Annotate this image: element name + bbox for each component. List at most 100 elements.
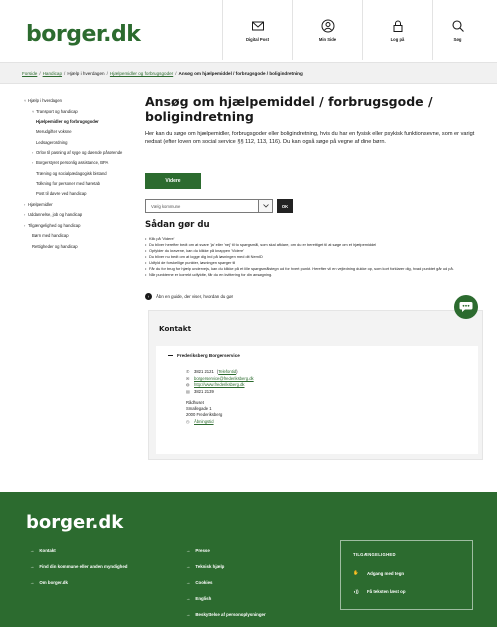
arrow-right-icon: → [186, 580, 191, 585]
sidebar-item[interactable]: › Uddannelse, job og handicap [24, 212, 128, 218]
mail-icon: ✉ [186, 375, 190, 381]
phone-number: 3821 2121 [194, 369, 214, 374]
breadcrumb-item[interactable]: Hjælp i hverdagen [67, 71, 104, 76]
hours-row: ◷ Åbningstid [186, 419, 254, 426]
breadcrumb-current: Ansøg om hjælpemiddel / forbrugsgode / b… [178, 70, 303, 76]
contact-title: Kontakt [159, 324, 191, 333]
steps-heading: Sådan gør du [145, 220, 210, 230]
address: Rådhuset Smallegade 1 2000 Frederiksberg [186, 399, 223, 418]
accessibility-box: TILGÆNGELIGHED ✋ Adgang med tegn ◖)) Få … [340, 540, 473, 610]
footer-link[interactable]: → Find din kommune eller anden myndighed [30, 564, 127, 569]
videre-button[interactable]: Videre [145, 173, 201, 189]
contact-details-panel: Frederiksberg Borgerservice ✆ 3821 2121 … [156, 346, 478, 454]
digital-post-button[interactable]: Digital Post [222, 0, 292, 60]
phone-row: ✆ 3821 2121 (Telefontid) [186, 369, 238, 376]
sidebar-nav: ˅ Hjælp i hverdagen ˅ Transport og handica… [24, 98, 128, 254]
site-logo[interactable]: borger.dk [26, 22, 141, 47]
chat-icon[interactable] [454, 295, 478, 319]
sidebar-item[interactable]: Tolkning for personer med høretab [24, 181, 128, 187]
footer-link[interactable]: → Beskyttelse af personoplysninger [186, 612, 266, 617]
sidebar-item[interactable]: Post til døvre ved handicap [24, 191, 128, 197]
log-pa-label: Log på [390, 36, 405, 42]
ok-button[interactable]: OK [277, 199, 293, 213]
footer-link[interactable]: → English [186, 596, 266, 601]
sidebar-item[interactable]: › Hjælpemidler [24, 202, 128, 208]
sidebar-item[interactable]: Træning og socialpædagogisk bistand [24, 171, 128, 177]
breadcrumb-item[interactable]: Hjælpemidler og forbrugsgoder [110, 71, 173, 76]
footer-link[interactable]: → Kontakt [30, 548, 127, 553]
footer-link[interactable]: → Om borger.dk [30, 580, 127, 585]
footer-links-col1: → Kontakt → Find din kommune eller anden m… [30, 548, 127, 596]
breadcrumb: Forside / Handicap / Hjælp i hverdagen /… [0, 62, 497, 84]
sidebar-item[interactable]: ˅ Hjælp i hverdagen [24, 98, 128, 104]
intro-text: Her kan du søge om hjælpemidler, forbrug… [145, 130, 475, 145]
footer-links-col2: → Presse → Teknisk hjælp → Cookies → English… [186, 548, 266, 627]
fax-row: ▤ 3821 2139 [186, 389, 254, 396]
arrow-right-icon: → [186, 612, 191, 617]
footer-link[interactable]: → Teknisk hjælp [186, 564, 266, 569]
accessibility-title: TILGÆNGELIGHED [353, 552, 396, 557]
sidebar-item[interactable]: Merudgifter voksne [24, 129, 128, 135]
sidebar-item[interactable]: ˅ Transport og handicap [24, 109, 128, 115]
collapse-icon [168, 355, 173, 356]
sidebar-item[interactable]: Rettigheder og handicap [24, 244, 128, 250]
guide-link-label: Åbn en guide, der viser, hvordan du gør [156, 294, 234, 299]
arrow-right-icon: → [30, 564, 35, 569]
site-header: borger.dk Digital Post Min Side Log på S… [0, 0, 497, 60]
guide-link[interactable]: › Åbn en guide, der viser, hvordan du gø… [145, 293, 233, 300]
arrow-right-icon: → [186, 596, 191, 601]
fax-number: 3821 2139 [194, 389, 214, 395]
email-row: ✉ borgerservice@frederiksberg.dk [186, 376, 254, 383]
footer-logo[interactable]: borger.dk [26, 512, 123, 533]
arrow-right-icon: → [30, 548, 35, 553]
footer-link[interactable]: → Presse [186, 548, 266, 553]
min-side-label: Min Side [318, 36, 337, 42]
chevron-down-icon [258, 200, 272, 212]
globe-icon: ◍ [186, 382, 190, 388]
arrow-right-icon: › [145, 293, 152, 300]
log-pa-button[interactable]: Log på [362, 0, 432, 60]
clock-icon: ◷ [186, 418, 190, 424]
sidebar-item[interactable]: Børn med handicap [24, 233, 128, 239]
sidebar-item[interactable]: › Tilgængelighed og handicap [24, 223, 128, 229]
arrow-right-icon: → [186, 548, 191, 553]
mail-icon [251, 21, 264, 30]
arrow-right-icon: → [30, 580, 35, 585]
digital-post-label: Digital Post [245, 36, 270, 42]
steps-list: Klik på 'Videre' Du bliver herefter bedt… [145, 236, 490, 278]
breadcrumb-item[interactable]: Handicap [43, 71, 62, 76]
arrow-right-icon: → [186, 564, 191, 569]
sidebar-item-active[interactable]: Hjælpemidler og forbrugsgoder [24, 119, 128, 125]
search-button[interactable]: Søg [432, 0, 482, 60]
municipality-select-value: Vælg kommune [151, 203, 181, 209]
search-icon [451, 19, 464, 32]
list-item: Når punkterne er korrekt udfyldte, får d… [145, 272, 490, 278]
footer-link[interactable]: → Cookies [186, 580, 266, 585]
sidebar-item[interactable]: Ledsagerordning [24, 140, 128, 146]
municipality-select[interactable]: Vælg kommune [145, 199, 273, 213]
user-icon [321, 19, 334, 32]
sidebar-item[interactable]: › Borgerstyret personlig assistance, BPA [24, 160, 128, 166]
breadcrumb-item[interactable]: Forside [22, 71, 37, 76]
phone-icon: ✆ [186, 369, 190, 374]
main-content: Ansøg om hjælpemiddel / forbrugsgode / b… [145, 94, 485, 460]
header-nav: Digital Post Min Side Log på Søg [222, 0, 482, 60]
contact-details: ✆ 3821 2121 (Telefontid) ✉ borgerservice… [186, 369, 254, 425]
read-aloud-link[interactable]: ◖)) Få teksten læst op [353, 589, 406, 594]
search-label: Søg [453, 36, 462, 42]
sidebar-item[interactable]: › Orlov til pasning af syge og døende pår… [24, 150, 128, 156]
opening-hours-link[interactable]: Åbningstid [194, 419, 214, 426]
min-side-button[interactable]: Min Side [292, 0, 362, 60]
fax-icon: ▤ [186, 389, 190, 395]
email-link[interactable]: borgerservice@frederiksberg.dk [194, 376, 254, 383]
contact-org[interactable]: Frederiksberg Borgerservice [168, 353, 240, 358]
site-footer: borger.dk → Kontakt → Find din kommune ell… [0, 492, 497, 627]
page-title: Ansøg om hjælpemiddel / forbrugsgode / b… [145, 94, 433, 124]
phone-hours-link[interactable]: Telefontid [218, 369, 236, 376]
sign-language-link[interactable]: ✋ Adgang med tegn [353, 570, 404, 576]
lock-icon [393, 20, 402, 32]
web-link[interactable]: http://www.frederiksberg.dk [194, 382, 245, 389]
municipality-row: Vælg kommune OK [145, 199, 293, 213]
web-row: ◍ http://www.frederiksberg.dk [186, 382, 254, 389]
contact-card: Kontakt Frederiksberg Borgerservice ✆ 38… [148, 295, 483, 460]
